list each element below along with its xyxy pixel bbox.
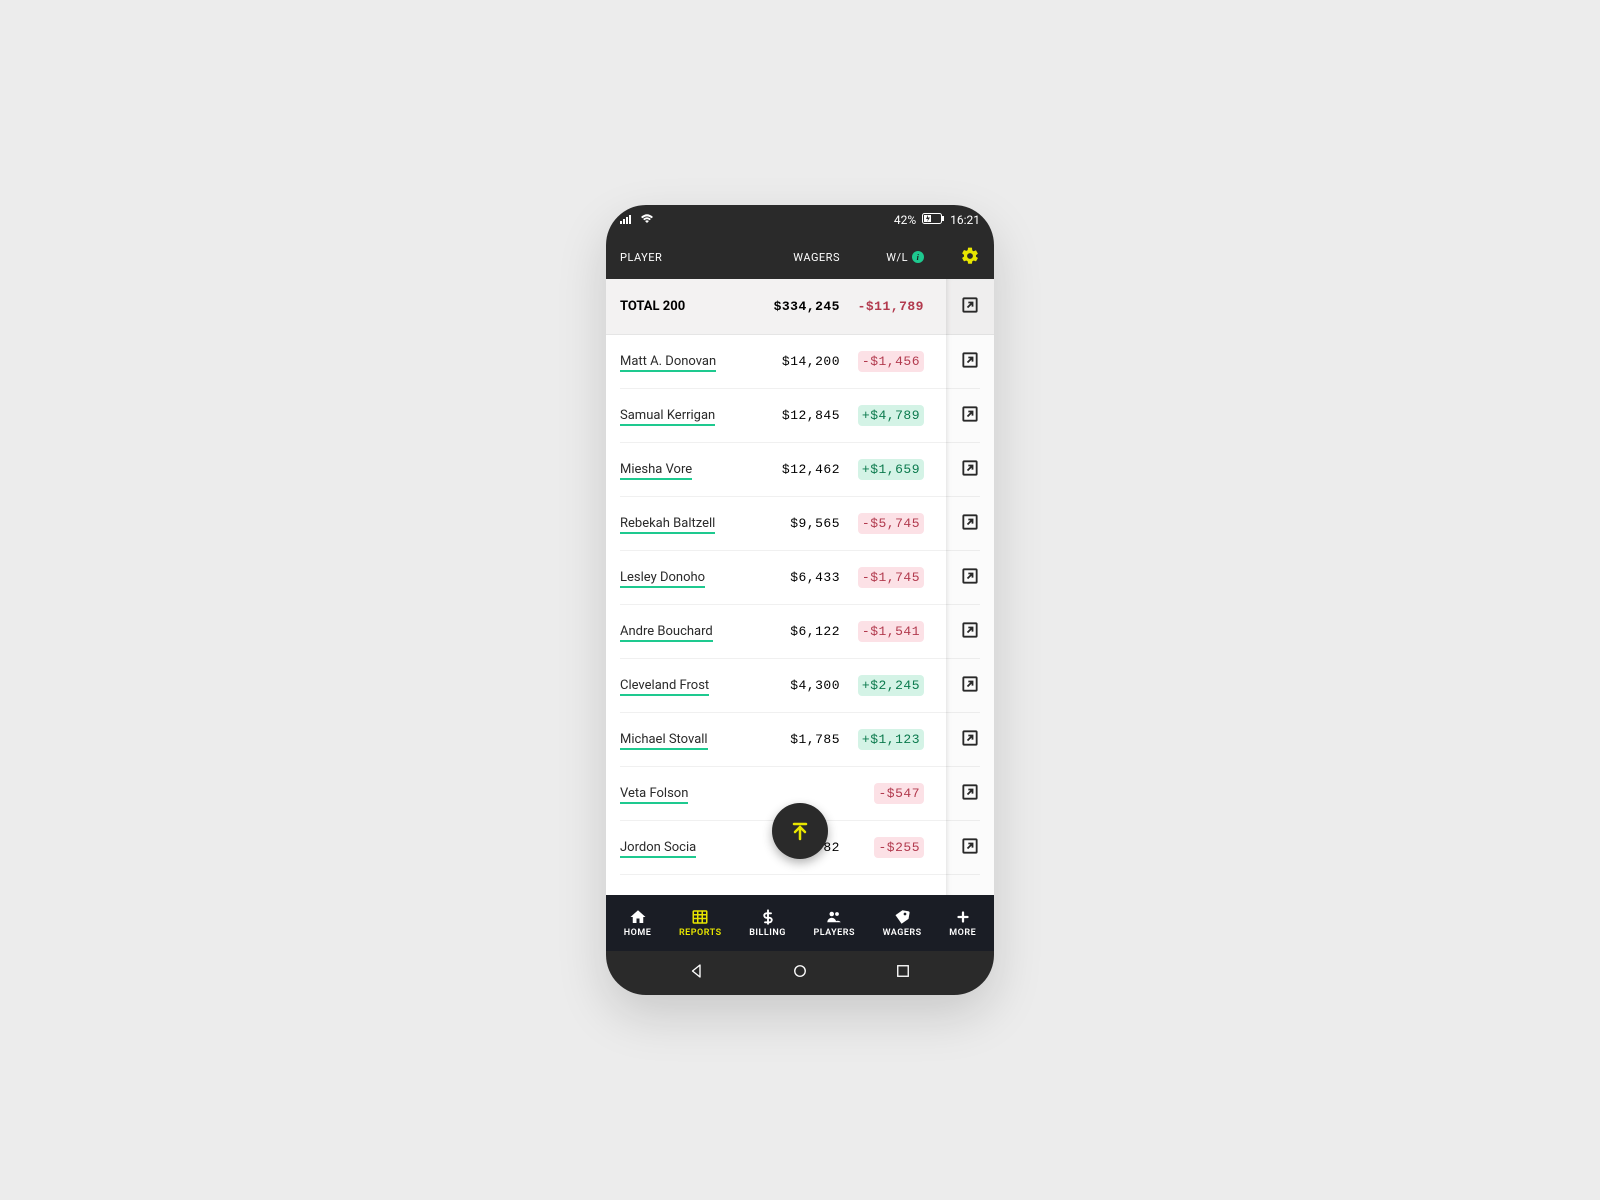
export-icon[interactable] — [960, 350, 980, 370]
export-icon[interactable] — [960, 566, 980, 586]
battery-percent: 42% — [894, 213, 916, 227]
player-wagers: $4,300 — [756, 678, 840, 693]
bottom-nav: HOME REPORTS BILLING PLAYERS WAGERS MORE — [606, 895, 994, 951]
total-row: TOTAL 200 $334,245 -$11,789 — [606, 279, 994, 335]
player-name[interactable]: Michael Stovall — [620, 732, 708, 750]
player-wagers: $12,845 — [756, 408, 840, 423]
info-icon[interactable]: i — [912, 251, 924, 263]
player-wl: +$4,789 — [858, 405, 924, 426]
player-name[interactable]: Miesha Vore — [620, 462, 692, 480]
table-content: TOTAL 200 $334,245 -$11,789 Matt A. Dono… — [606, 279, 994, 895]
player-wagers: $6,433 — [756, 570, 840, 585]
player-wl: -$1,541 — [858, 621, 924, 642]
wifi-icon — [640, 213, 654, 227]
nav-wagers[interactable]: WAGERS — [883, 908, 922, 938]
header-player[interactable]: PLAYER — [620, 251, 756, 264]
nav-players[interactable]: PLAYERS — [813, 908, 855, 938]
export-icon[interactable] — [960, 295, 980, 315]
export-icon[interactable] — [960, 458, 980, 478]
table-row: Andre Bouchard $6,122 -$1,541 — [606, 605, 994, 659]
player-name[interactable]: Samual Kerrigan — [620, 408, 715, 426]
export-icon[interactable] — [960, 620, 980, 640]
player-wl: -$1,745 — [858, 567, 924, 588]
table-row: Rebekah Baltzell $9,565 -$5,745 — [606, 497, 994, 551]
table-row: Lesley Donoho $6,433 -$1,745 — [606, 551, 994, 605]
player-wl: +$1,659 — [858, 459, 924, 480]
nav-reports[interactable]: REPORTS — [679, 908, 722, 938]
export-icon[interactable] — [960, 404, 980, 424]
player-wl: -$547 — [874, 783, 924, 804]
player-name[interactable]: Rebekah Baltzell — [620, 516, 715, 534]
cell-signal-icon — [620, 213, 634, 227]
player-wagers: $9,565 — [756, 516, 840, 531]
nav-home[interactable]: HOME — [624, 908, 652, 938]
system-nav — [606, 951, 994, 995]
status-bar: 42% 16:21 — [606, 205, 994, 235]
total-wl: -$11,789 — [840, 299, 924, 314]
player-name[interactable]: Lesley Donoho — [620, 570, 705, 588]
player-name[interactable]: Jordon Socia — [620, 840, 696, 858]
table-row: Michael Stovall $1,785 +$1,123 — [606, 713, 994, 767]
player-name[interactable]: Matt A. Donovan — [620, 354, 716, 372]
player-wl: +$1,123 — [858, 729, 924, 750]
table-row: Cleveland Frost $4,300 +$2,245 — [606, 659, 994, 713]
table-row: Matt A. Donovan $14,200 -$1,456 — [606, 335, 994, 389]
table-header: PLAYER WAGERS W/L i — [606, 235, 994, 279]
player-name[interactable]: Andre Bouchard — [620, 624, 713, 642]
home-icon[interactable] — [791, 962, 809, 984]
player-wagers: $6,122 — [756, 624, 840, 639]
total-label: TOTAL 200 — [620, 299, 756, 314]
total-wagers: $334,245 — [756, 299, 840, 314]
recents-icon[interactable] — [894, 962, 912, 984]
player-wl: -$5,745 — [858, 513, 924, 534]
table-row: Samual Kerrigan $12,845 +$4,789 — [606, 389, 994, 443]
export-icon[interactable] — [960, 674, 980, 694]
player-wagers: $1,785 — [756, 732, 840, 747]
player-wl: +$2,245 — [858, 675, 924, 696]
player-name[interactable]: Cleveland Frost — [620, 678, 709, 696]
player-wl: -$1,456 — [858, 351, 924, 372]
export-icon[interactable] — [960, 512, 980, 532]
phone-frame: 42% 16:21 PLAYER WAGERS W/L i TOTAL 200 … — [606, 205, 994, 995]
scroll-to-top-button[interactable] — [772, 803, 828, 859]
nav-more[interactable]: MORE — [949, 908, 976, 938]
clock: 16:21 — [950, 213, 980, 227]
settings-icon[interactable] — [960, 256, 980, 269]
export-icon[interactable] — [960, 728, 980, 748]
player-name[interactable]: Veta Folson — [620, 786, 688, 804]
back-icon[interactable] — [688, 962, 706, 984]
header-wl[interactable]: W/L i — [840, 251, 924, 264]
export-icon[interactable] — [960, 782, 980, 802]
battery-icon — [922, 213, 944, 227]
table-row: Miesha Vore $12,462 +$1,659 — [606, 443, 994, 497]
player-wagers: $14,200 — [756, 354, 840, 369]
header-wagers[interactable]: WAGERS — [756, 251, 840, 264]
player-wl: -$255 — [874, 837, 924, 858]
player-wagers: $12,462 — [756, 462, 840, 477]
export-icon[interactable] — [960, 836, 980, 856]
nav-billing[interactable]: BILLING — [749, 908, 786, 938]
